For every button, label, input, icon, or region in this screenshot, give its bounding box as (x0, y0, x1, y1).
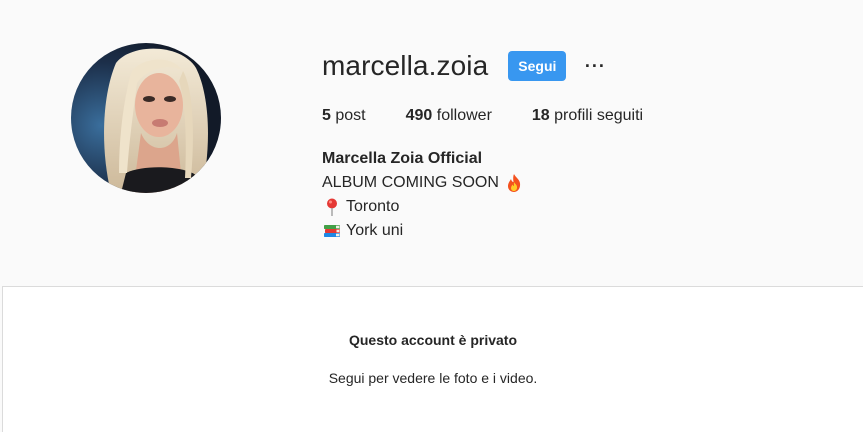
stat-posts-label: post (335, 107, 366, 124)
bio-line-school-text: York uni (346, 222, 404, 239)
full-name: Marcella Zoia Official (322, 150, 483, 167)
follow-button[interactable]: Segui (508, 51, 567, 81)
fire-icon (504, 173, 524, 193)
bio-line-album-text: ALBUM COMING SOON (322, 174, 499, 191)
profile-page: marcella.zoia Segui ··· 5 post 490 follo… (0, 0, 863, 432)
books-icon (322, 221, 342, 241)
profile-photo-icon (71, 43, 221, 193)
avatar[interactable] (71, 43, 221, 193)
bio: Marcella Zoia Official ALBUM COMING SOON… (322, 147, 524, 243)
username: marcella.zoia (322, 50, 489, 81)
bio-line-location-text: Toronto (346, 198, 400, 215)
profile-header: marcella.zoia Segui ··· (322, 46, 606, 86)
stat-followers[interactable]: 490 follower (406, 106, 492, 126)
stat-followers-count: 490 (405, 107, 433, 124)
stat-followers-label: follower (436, 107, 492, 124)
private-subtitle: Segui per vedere le foto e i video. (328, 370, 538, 386)
private-title: Questo account è privato (348, 332, 518, 348)
private-account-panel: Questo account è privato Segui per veder… (2, 286, 863, 432)
profile-stats: 5 post 490 follower 18 profili seguiti (322, 106, 683, 126)
stat-following[interactable]: 18 profili seguiti (532, 106, 643, 126)
pin-icon (322, 197, 342, 217)
stat-following-label: profili seguiti (554, 107, 644, 124)
stat-following-count: 18 (531, 107, 550, 124)
more-options-icon[interactable]: ··· (584, 51, 606, 81)
bio-line-album: ALBUM COMING SOON (322, 171, 524, 195)
stat-posts-count: 5 (322, 107, 331, 124)
title-row: marcella.zoia Segui ··· (322, 46, 606, 86)
bio-line-location: Toronto (322, 195, 524, 219)
stat-posts: 5 post (322, 106, 366, 126)
bio-line-school: York uni (322, 219, 524, 243)
